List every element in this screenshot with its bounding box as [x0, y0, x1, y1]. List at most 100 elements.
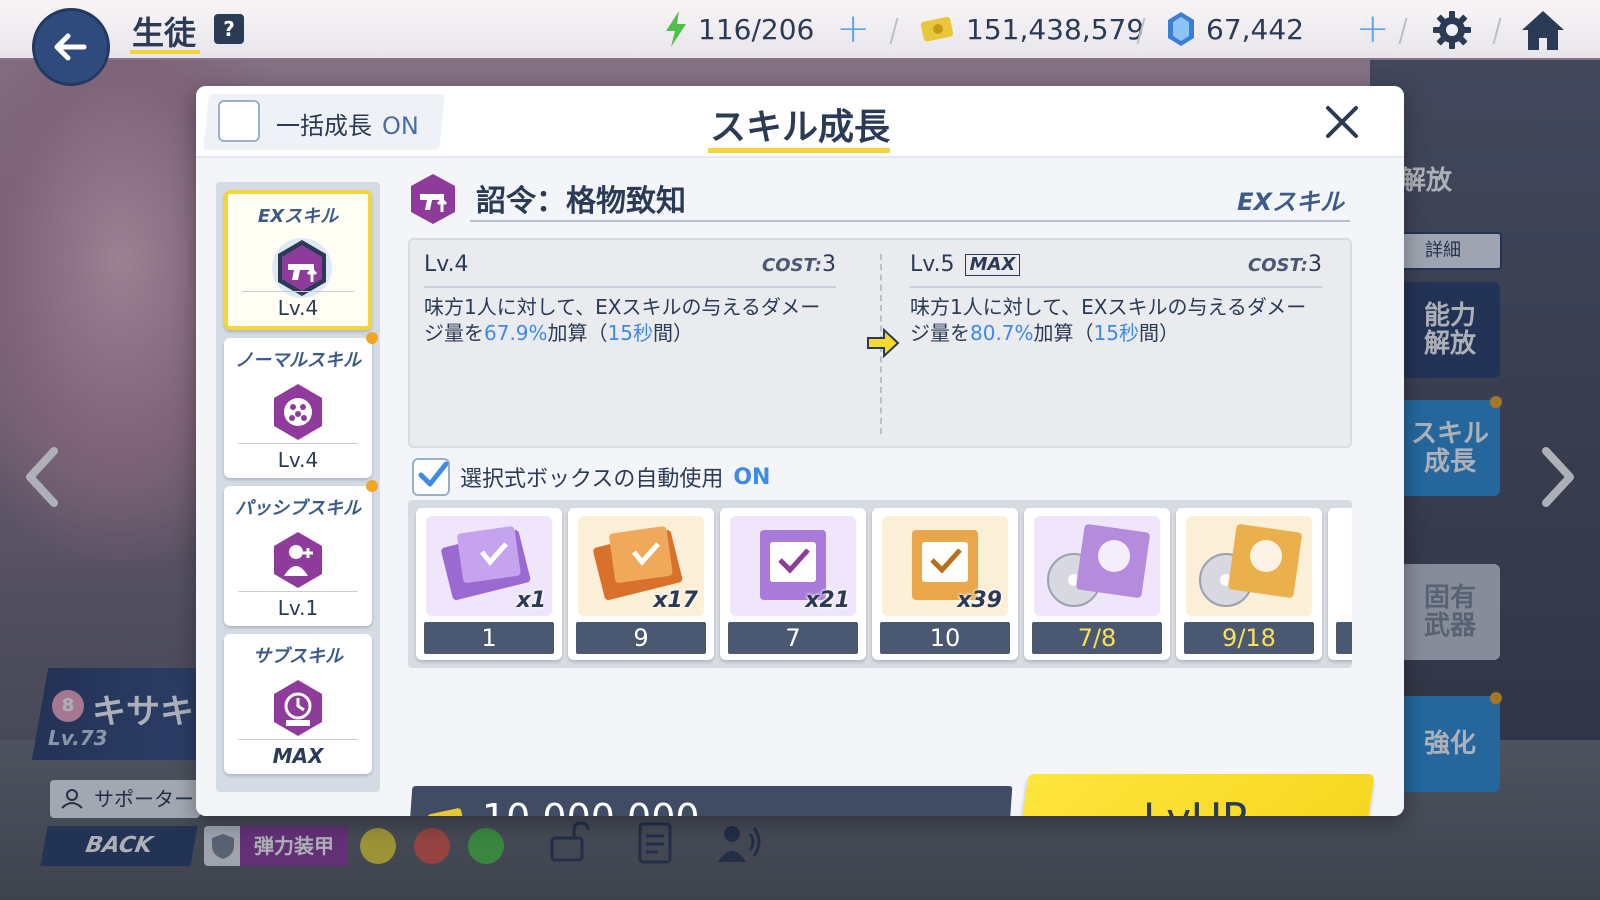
tab-divider [238, 443, 358, 444]
ap-plus-button[interactable]: + [836, 9, 870, 49]
pyroxene-icon [1168, 12, 1194, 46]
tab-level: MAX [272, 744, 324, 768]
desc-text: 加算（ [547, 321, 608, 345]
gear-icon[interactable] [1432, 10, 1472, 50]
tab-sub-skill[interactable]: サブスキル MAX [224, 634, 372, 774]
pistol-skill-icon [411, 174, 455, 224]
tab-label: パッシブスキル [235, 498, 361, 519]
pyroxene-value: 67,442 [1206, 12, 1304, 46]
material-owned-count: 9/18 [1184, 622, 1314, 654]
cost-label: COST: [1248, 255, 1308, 276]
tab-divider [238, 739, 358, 740]
skill-growth-modal: 一括成長 ON スキル成長 EXスキル Lv.4 ノーマルスキル Lv.4 パッ… [196, 86, 1404, 816]
material-item[interactable]: x17 9 [568, 508, 714, 660]
lightning-icon [666, 11, 686, 47]
current-cost: COST:3 [762, 252, 836, 277]
notification-dot [366, 480, 378, 492]
orb-skill-icon [274, 384, 322, 440]
cost-value: 3 [1308, 252, 1322, 277]
home-icon[interactable] [1520, 8, 1566, 52]
ex-disc-icon [1186, 516, 1312, 616]
material-owned-count: 10 [880, 622, 1010, 654]
max-tag: MAX [964, 254, 1021, 276]
material-item[interactable]: x39 10 [872, 508, 1018, 660]
auto-use-checkbox[interactable] [412, 458, 450, 496]
level-comparison-panel: Lv.4 COST:3 味方1人に対して、EXスキルの与えるダメージ量を67.9… [408, 238, 1352, 448]
material-item[interactable]: 7/8 [1024, 508, 1170, 660]
material-list: x1 1 x17 9 x21 7 x39 10 7/8 9/18 [408, 500, 1352, 668]
next-cost: COST:3 [1248, 252, 1322, 277]
modal-title: スキル成長 [709, 107, 890, 148]
material-owned-count: 7/8 [1032, 622, 1162, 654]
material-item[interactable]: x1 1 [416, 508, 562, 660]
modal-header: 一括成長 ON スキル成長 [196, 86, 1404, 158]
auto-use-row[interactable]: 選択式ボックスの自動使用 ON [412, 458, 770, 496]
material-item[interactable]: x21 7 [720, 508, 866, 660]
material-quantity: x17 [653, 588, 698, 613]
next-level: Lv.5 MAX [910, 252, 1021, 277]
next-level-column: Lv.5 MAX COST:3 味方1人に対して、EXスキルの与えるダメージ量を8… [896, 240, 1336, 446]
desc-duration: 15秒 [607, 321, 653, 345]
column-divider [910, 286, 1322, 288]
material-owned-count: 7 [728, 622, 858, 654]
cost-value: 3 [822, 252, 836, 277]
column-divider [424, 286, 836, 288]
back-button[interactable] [32, 8, 110, 86]
tab-normal-skill[interactable]: ノーマルスキル Lv.4 [224, 332, 378, 478]
tab-label: サブスキル [253, 646, 343, 667]
tab-label: EXスキル [257, 206, 339, 227]
ex-disc-icon [1034, 516, 1160, 616]
desc-percent: 67.9% [484, 321, 548, 345]
tab-label: ノーマルスキル [235, 350, 361, 371]
credit-resource: 151,438,579 [920, 12, 1144, 46]
cost-value: 10,000,000 [482, 796, 700, 816]
arrow-left-icon [54, 33, 87, 61]
help-button[interactable]: ? [214, 14, 244, 44]
auto-use-label: 選択式ボックスの自動使用 [460, 467, 724, 492]
current-level: Lv.4 [424, 252, 469, 277]
tab-ex-skill[interactable]: EXスキル Lv.4 [224, 190, 372, 330]
level-up-label: LvUP [1022, 794, 1368, 816]
material-owned-count: 1 [424, 622, 554, 654]
current-description: 味方1人に対して、EXスキルの与えるダメージ量を67.9%加算（15秒間） [424, 294, 836, 346]
material-item-partial[interactable] [1328, 508, 1352, 660]
cost-timer-skill-icon [274, 680, 322, 736]
material-item[interactable]: 9/18 [1176, 508, 1322, 660]
arrow-right-icon [867, 328, 900, 358]
next-level-value: Lv.5 [910, 252, 955, 277]
ap-resource: 116/206 + [664, 9, 870, 49]
tab-divider [238, 591, 358, 592]
modal-body: EXスキル Lv.4 ノーマルスキル Lv.4 パッシブスキル Lv.1 サブス… [196, 158, 1404, 816]
auto-use-state: ON [733, 464, 771, 490]
notification-dot [366, 332, 378, 344]
material-quantity: x39 [957, 588, 1002, 613]
pyroxene-plus-button[interactable]: + [1356, 9, 1390, 49]
checkmark-icon [418, 461, 449, 487]
credit-icon [920, 16, 954, 42]
desc-text: 間） [1139, 321, 1179, 345]
skill-type: EXスキル [1237, 188, 1344, 216]
skill-header-divider [470, 220, 1350, 222]
skill-name: 詔令：格物致知 [476, 184, 686, 219]
person-buff-skill-icon [274, 532, 322, 588]
material-quantity: x21 [805, 588, 850, 613]
close-icon[interactable] [1320, 100, 1364, 144]
title-underline [708, 148, 890, 153]
desc-text: 間） [653, 321, 693, 345]
material-quantity: x1 [516, 588, 547, 613]
current-level-column: Lv.4 COST:3 味方1人に対して、EXスキルの与えるダメージ量を67.9… [410, 240, 850, 446]
desc-duration: 15秒 [1093, 321, 1139, 345]
page-title: 生徒 [132, 14, 197, 52]
pyroxene-resource: 67,442 + [1166, 9, 1390, 49]
tab-level: Lv.4 [277, 296, 319, 320]
next-description: 味方1人に対して、EXスキルの与えるダメージ量を80.7%加算（15秒間） [910, 294, 1322, 346]
ap-value: 116/206 [698, 12, 815, 46]
material-owned-count [1336, 622, 1352, 654]
material-owned-count: 9 [576, 622, 706, 654]
tab-level: Lv.4 [277, 448, 319, 472]
tab-level: Lv.1 [277, 596, 319, 620]
cost-label: COST: [762, 255, 822, 276]
tab-passive-skill[interactable]: パッシブスキル Lv.1 [224, 480, 378, 626]
desc-text: 加算（ [1033, 321, 1094, 345]
tab-divider [242, 291, 354, 292]
